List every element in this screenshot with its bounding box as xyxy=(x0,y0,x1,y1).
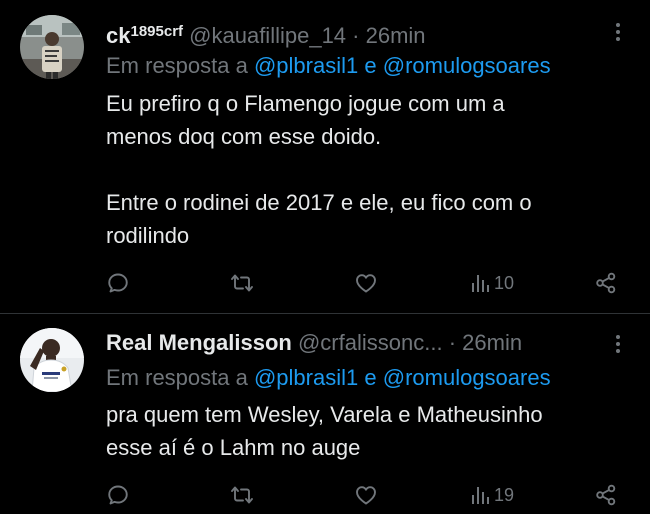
display-name[interactable]: ck1895crf xyxy=(106,23,183,48)
avatar[interactable] xyxy=(20,15,84,79)
name-superscript: 1895crf xyxy=(130,23,184,40)
views-button[interactable]: 19 xyxy=(468,480,514,510)
handle[interactable]: @kauafillipe_14 xyxy=(189,23,346,48)
timestamp[interactable]: 26min xyxy=(462,330,522,355)
display-name[interactable]: Real Mengalisson xyxy=(106,330,292,355)
separator-dot: · xyxy=(448,330,457,355)
reply-prefix: Em resposta a xyxy=(106,53,248,78)
reply-prefix: Em resposta a xyxy=(106,365,248,390)
action-bar: 10 xyxy=(106,268,626,298)
mention-link[interactable]: @plbrasil1 xyxy=(254,365,358,390)
reply-button[interactable] xyxy=(106,480,130,510)
share-icon xyxy=(596,484,616,506)
reply-context: Em resposta a @plbrasil1 e @romulogsoare… xyxy=(106,363,551,393)
views-icon xyxy=(472,275,489,292)
views-count: 10 xyxy=(494,272,515,293)
reply-and[interactable]: e xyxy=(364,53,376,78)
like-button[interactable] xyxy=(354,480,378,510)
like-button[interactable] xyxy=(354,268,378,298)
mention-link[interactable]: @romulogsoares xyxy=(383,365,551,390)
timestamp[interactable]: 26min xyxy=(366,23,426,48)
tweet-header: Real Mengalisson @crfalissonc... · 26min xyxy=(106,326,610,360)
mention-link[interactable]: @romulogsoares xyxy=(383,53,551,78)
views-button[interactable]: 10 xyxy=(468,268,514,298)
avatar[interactable] xyxy=(20,328,84,392)
like-icon xyxy=(356,274,376,293)
retweet-icon xyxy=(231,486,253,504)
retweet-icon xyxy=(231,274,253,292)
reply-context: Em resposta a @plbrasil1 e @romulogsoare… xyxy=(106,51,551,81)
reply-button[interactable] xyxy=(106,268,130,298)
reply-icon xyxy=(108,485,128,505)
mention-link[interactable]: @plbrasil1 xyxy=(254,53,358,78)
tweet[interactable]: ck1895crf @kauafillipe_14 · 26min Em res… xyxy=(0,0,650,313)
share-button[interactable] xyxy=(594,268,618,298)
tweet-header: ck1895crf @kauafillipe_14 · 26min xyxy=(106,15,610,49)
retweet-button[interactable] xyxy=(230,268,254,298)
retweet-button[interactable] xyxy=(230,480,254,510)
reply-and[interactable]: e xyxy=(364,365,376,390)
separator-dot: · xyxy=(352,23,360,48)
like-icon xyxy=(356,486,376,505)
handle[interactable]: @crfalissonc... xyxy=(298,330,443,355)
share-button[interactable] xyxy=(594,480,618,510)
share-icon xyxy=(596,272,616,294)
action-bar: 19 xyxy=(106,480,626,510)
more-icon[interactable] xyxy=(610,20,626,44)
tweet-text: pra quem tem Wesley, Varela e Matheusinh… xyxy=(106,402,543,460)
reply-icon xyxy=(108,273,128,293)
views-icon xyxy=(472,487,489,504)
tweet[interactable]: Real Mengalisson @crfalissonc... · 26min… xyxy=(0,314,650,514)
more-icon[interactable] xyxy=(610,332,626,356)
views-count: 19 xyxy=(494,484,515,505)
tweet-text: Eu prefiro q o Flamengo jogue com um a m… xyxy=(106,91,532,248)
